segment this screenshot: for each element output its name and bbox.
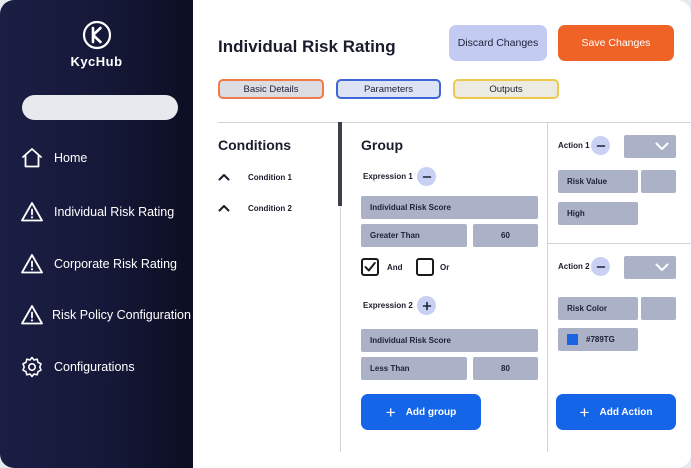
home-icon <box>22 148 42 168</box>
chevron-down-icon <box>655 142 669 150</box>
actions-divider <box>547 243 691 244</box>
condition-label: Condition 2 <box>248 203 292 213</box>
add-group-button[interactable]: + Add group <box>361 394 481 430</box>
add-action-button[interactable]: + Add Action <box>556 394 676 430</box>
chevron-up-icon <box>218 174 230 181</box>
sidebar-item-label: Configurations <box>54 360 135 374</box>
warning-icon <box>21 305 43 325</box>
remove-action-1-button[interactable] <box>591 136 610 155</box>
tab-outputs[interactable]: Outputs <box>453 79 559 99</box>
expression-2-value-field[interactable]: 80 <box>473 357 538 380</box>
action-1-dropdown[interactable] <box>624 135 676 158</box>
action-2-field-extra[interactable] <box>641 297 676 320</box>
or-label: Or <box>440 263 450 272</box>
action-2-dropdown[interactable] <box>624 256 676 279</box>
discard-changes-button[interactable]: Discard Changes <box>449 25 547 61</box>
plus-icon: + <box>579 402 590 422</box>
warning-icon <box>21 254 43 274</box>
minus-icon <box>596 265 605 268</box>
warning-icon <box>21 202 43 222</box>
sidebar-item-label: Corporate Risk Rating <box>54 257 177 271</box>
remove-expression-1-button[interactable] <box>417 167 436 186</box>
sidebar-item-configurations[interactable]: Configurations <box>20 355 135 379</box>
expression-1-parameter-field[interactable]: Individual Risk Score <box>361 196 538 219</box>
chevron-down-icon <box>655 263 669 271</box>
chevron-up-icon <box>218 205 230 212</box>
action-2-label: Action 2 <box>558 262 590 271</box>
minus-icon <box>422 175 431 178</box>
condition-item-1[interactable]: Condition 1 <box>218 170 292 184</box>
condition-label: Condition 1 <box>248 172 292 182</box>
add-group-label: Add group <box>405 406 457 418</box>
and-label: And <box>387 263 403 272</box>
kychub-logo-icon <box>82 20 111 50</box>
action-2-color-value: #789TG <box>586 335 615 344</box>
action-2-color-field[interactable]: #789TG <box>558 328 638 351</box>
action-1-field[interactable]: Risk Value <box>558 170 638 193</box>
add-expression-button[interactable] <box>417 296 436 315</box>
tab-basic-details[interactable]: Basic Details <box>218 79 324 99</box>
app-window: KycHub Home Individual Risk Rating Corpo… <box>0 0 691 468</box>
sidebar-item-corporate-risk-rating[interactable]: Corporate Risk Rating <box>20 252 177 276</box>
group-title: Group <box>361 137 403 153</box>
expression-1-operator-field[interactable]: Greater Than <box>361 224 467 247</box>
expression-1-value-field[interactable]: 60 <box>473 224 538 247</box>
action-1-value-field[interactable]: High <box>558 202 638 225</box>
sidebar-item-individual-risk-rating[interactable]: Individual Risk Rating <box>20 200 174 224</box>
sidebar-item-risk-policy-configuration[interactable]: Risk Policy Configuration <box>20 303 191 327</box>
expression-1-label: Expression 1 <box>363 172 413 181</box>
sidebar: KycHub Home Individual Risk Rating Corpo… <box>0 0 193 468</box>
plus-icon: + <box>385 402 396 422</box>
and-checkbox[interactable] <box>361 258 379 276</box>
remove-action-2-button[interactable] <box>591 257 610 276</box>
save-changes-button[interactable]: Save Changes <box>558 25 674 61</box>
sidebar-item-label: Home <box>54 151 88 165</box>
action-1-field-extra[interactable] <box>641 170 676 193</box>
page-title: Individual Risk Rating <box>218 37 396 56</box>
tab-parameters[interactable]: Parameters <box>336 79 441 99</box>
sidebar-search-input[interactable] <box>22 95 178 120</box>
gear-icon <box>22 356 42 378</box>
section-divider <box>218 122 691 123</box>
main-content: Individual Risk Rating Discard Changes S… <box>193 0 691 468</box>
plus-icon <box>422 301 431 310</box>
logo-text: KycHub <box>70 54 123 69</box>
color-swatch <box>567 334 578 345</box>
column-scrollbar[interactable] <box>338 122 342 206</box>
conditions-title: Conditions <box>218 137 292 153</box>
sidebar-item-label: Individual Risk Rating <box>54 205 175 219</box>
condition-item-2[interactable]: Condition 2 <box>218 201 292 215</box>
sidebar-item-home[interactable]: Home <box>20 146 87 170</box>
brand-logo[interactable]: KycHub <box>0 20 193 69</box>
expression-2-operator-field[interactable]: Less Than <box>361 357 467 380</box>
expression-2-label: Expression 2 <box>363 301 413 310</box>
sidebar-item-label: Risk Policy Configuration <box>52 308 191 322</box>
add-action-label: Add Action <box>599 406 653 418</box>
minus-icon <box>596 144 605 147</box>
action-1-label: Action 1 <box>558 141 590 150</box>
or-checkbox[interactable] <box>416 258 434 276</box>
action-2-field[interactable]: Risk Color <box>558 297 638 320</box>
checkmark-icon <box>364 262 376 272</box>
column-divider <box>547 122 548 452</box>
expression-2-parameter-field[interactable]: Individual Risk Score <box>361 329 538 352</box>
